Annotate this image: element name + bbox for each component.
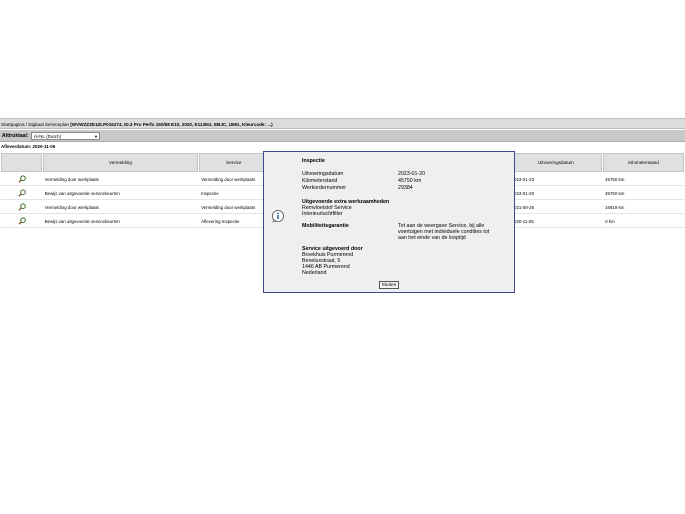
field-label-date: Uitvoeringsdatum	[302, 171, 344, 177]
cell-km: 45750 km	[603, 187, 684, 200]
breadcrumb: Startpagina / Digitaal Serviceplan (WVWZ…	[0, 118, 685, 129]
language-label: Afdruktaal:	[2, 133, 29, 139]
cell-vermelding: Vermelding door werkplaats	[42, 201, 199, 214]
cell-km: 45750 km	[603, 173, 684, 186]
breadcrumb-prefix[interactable]: Startpagina / Digitaal Serviceplan	[1, 122, 70, 127]
delivery-date: Afleverdatum: 2020-11-05	[1, 144, 56, 149]
field-value-km: 45750 km	[398, 178, 422, 184]
inspection-dialog: Inspectie Uitvoeringsdatum 2023-01-20 Ki…	[263, 151, 515, 293]
cell-vermelding: Bewijs van uitgevoerde servicebeurten	[42, 187, 199, 200]
cell-datum: 2020-11-05	[509, 215, 603, 228]
cell-km: 16919 km	[603, 201, 684, 214]
magnifier-icon[interactable]	[17, 216, 27, 225]
col-header-action	[1, 153, 42, 172]
col-header-uitvoeringsdatum[interactable]: Uitvoeringsdatum	[509, 153, 603, 172]
col-header-kilometerstand[interactable]: Kilometerstand	[603, 153, 684, 172]
cell-service: Inspectie	[199, 187, 269, 200]
col-header-vermelding[interactable]: Vermelding	[42, 153, 199, 172]
magnifier-icon[interactable]	[17, 188, 27, 197]
language-bar: Afdruktaal: nl-NL (Dutch) ▼	[0, 130, 685, 142]
mobility-line: aan het einde van de looptijd	[398, 235, 466, 241]
dealer-line: Nederland	[302, 270, 327, 276]
cell-datum: 2023-01-23	[509, 173, 603, 186]
breadcrumb-vehicle: (WVWZZZE1ZLP016274, ID.3 Pro Perfo 150/5…	[70, 122, 273, 127]
dialog-title: Inspectie	[302, 158, 325, 164]
magnifier-icon[interactable]	[17, 202, 27, 211]
language-selected: nl-NL (Dutch)	[34, 134, 62, 139]
field-label-workorder: Werkordernummer	[302, 185, 347, 191]
extra-work-item: Interieurluchtfilter	[302, 211, 343, 217]
magnifier-icon[interactable]	[17, 174, 27, 183]
field-label-km: Kilometerstand	[302, 178, 338, 184]
language-select[interactable]: nl-NL (Dutch) ▼	[31, 132, 100, 140]
cell-datum: 2023-01-20	[509, 187, 603, 200]
field-value-workorder: 29384	[398, 185, 413, 191]
info-icon	[272, 210, 284, 223]
cell-vermelding: Vermelding door werkplaats	[42, 173, 199, 186]
cell-service: Vermelding door werkplaats	[199, 173, 269, 186]
cell-datum: 2021-08-25	[509, 201, 603, 214]
cell-service: Vermelding door werkplaats	[199, 201, 269, 214]
cell-km: 0 km	[603, 215, 684, 228]
cell-vermelding: Bewijs van uitgevoerde servicebeurten	[42, 215, 199, 228]
close-button[interactable]: Sluiten	[379, 281, 399, 289]
mobility-heading: Mobiliteitsgarantie	[302, 223, 349, 229]
chevron-down-icon: ▼	[94, 134, 98, 139]
col-header-service[interactable]: Service	[199, 153, 269, 172]
cell-service: Aflevering Inspectie	[199, 215, 269, 228]
field-value-date: 2023-01-20	[398, 171, 426, 177]
